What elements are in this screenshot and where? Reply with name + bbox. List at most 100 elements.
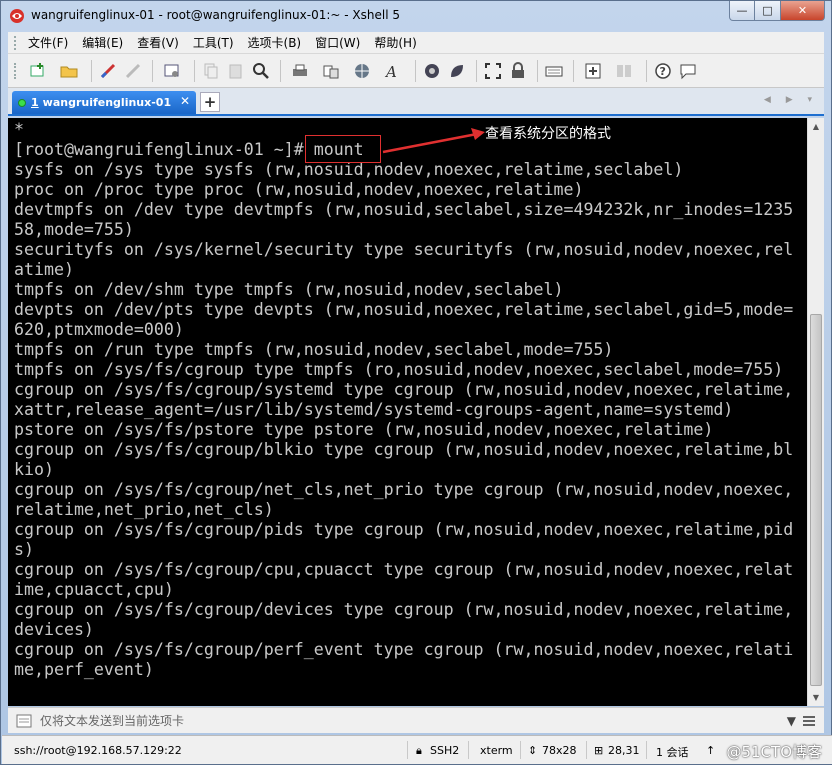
lock-status-icon: 🔒︎ <box>416 744 422 757</box>
toolbar-separator <box>646 59 647 82</box>
fullscreen-button[interactable] <box>482 60 504 82</box>
minimize-button[interactable]: — <box>729 1 755 21</box>
keyboard-button[interactable] <box>543 60 565 82</box>
terminal-line: relatime,net_prio,net_cls) <box>14 500 274 519</box>
tab-bar: 1 wangruifenglinux-01 ✕ + ◀ ▶ ▾ <box>8 88 824 116</box>
tab-close-icon[interactable]: ✕ <box>180 94 190 108</box>
terminal-line: sysfs on /sys type sysfs (rw,nosuid,node… <box>14 160 684 179</box>
menu-help[interactable]: 帮助(H) <box>374 34 416 51</box>
terminal-line: pstore on /sys/fs/pstore type pstore (rw… <box>14 420 714 439</box>
printer-icon <box>293 64 307 76</box>
reconnect-button[interactable] <box>97 60 119 82</box>
status-arrow-icon: ↑ <box>706 744 716 757</box>
toolbar-separator <box>415 59 416 82</box>
lock-button[interactable] <box>507 60 529 82</box>
menu-tools[interactable]: 工具(T) <box>193 34 234 51</box>
compose-input[interactable]: 仅将文本发送到当前选项卡 <box>40 712 184 729</box>
scrollbar-thumb[interactable] <box>810 314 822 686</box>
terminal-line: ime,cpuacct,cpu) <box>14 580 174 599</box>
menu-file[interactable]: 文件(F) <box>28 34 68 51</box>
new-session-icon <box>30 62 44 76</box>
tab-number: 1 <box>31 96 39 109</box>
menu-view[interactable]: 查看(V) <box>137 34 179 51</box>
toolbar-grip[interactable] <box>14 63 17 79</box>
disconnect-icon <box>125 63 141 78</box>
paste-button[interactable] <box>225 60 247 82</box>
toolbar-separator <box>476 59 477 82</box>
print-button[interactable] <box>286 60 314 82</box>
terminal-scrollbar[interactable]: ▲ ▼ <box>807 118 824 706</box>
globe-icon <box>355 63 369 78</box>
status-separator <box>586 741 587 759</box>
layout-button[interactable] <box>610 60 638 82</box>
menubar-grip[interactable] <box>14 36 17 50</box>
terminal-line: * <box>14 120 24 139</box>
maximize-button[interactable]: □ <box>755 1 781 21</box>
annotation-arrow <box>382 128 485 154</box>
toolbar-separator <box>280 59 281 82</box>
add-tab-button[interactable]: + <box>200 92 220 112</box>
window-title: wangruifenglinux-01 - root@wangruifengli… <box>31 8 400 22</box>
terminal-line: cgroup on /sys/fs/cgroup/perf_event type… <box>14 640 794 659</box>
copy-button[interactable] <box>200 60 222 82</box>
toolbar-separator <box>573 59 574 82</box>
window-controls: — □ ✕ <box>729 1 825 21</box>
disconnect-button[interactable] <box>122 60 144 82</box>
chat-button[interactable] <box>677 60 699 82</box>
scroll-up-arrow-icon[interactable]: ▲ <box>808 118 824 135</box>
terminal-line: devtmpfs on /dev type devtmpfs (rw,nosui… <box>14 200 794 219</box>
close-button[interactable]: ✕ <box>781 1 825 21</box>
font-button[interactable]: A <box>379 60 407 82</box>
terminal-line: devices) <box>14 620 94 639</box>
new-session-button[interactable] <box>24 60 52 82</box>
status-separator <box>646 741 647 759</box>
terminal-line: 58,mode=755) <box>14 220 134 239</box>
title-bar[interactable]: wangruifenglinux-01 - root@wangruifengli… <box>1 1 831 31</box>
compose-bar[interactable]: 仅将文本发送到当前选项卡 ▼ <box>8 707 824 733</box>
terminal-line: devpts on /dev/pts type devpts (rw,nosui… <box>14 300 794 319</box>
transfer-button[interactable] <box>317 60 345 82</box>
terminal-line: cgroup on /sys/fs/cgroup/pids type cgrou… <box>14 520 794 539</box>
menu-edit[interactable]: 编辑(E) <box>82 34 123 51</box>
tab-session-1[interactable]: 1 wangruifenglinux-01 ✕ <box>12 91 196 114</box>
properties-icon <box>164 64 179 77</box>
svg-text:?: ? <box>660 65 666 78</box>
help-button[interactable]: ? <box>652 60 674 82</box>
globe-button[interactable] <box>348 60 376 82</box>
terminal-output[interactable]: me,perf_event) cgroup on /sys/fs/cgroup/p… <box>8 118 807 706</box>
xshell-window: wangruifenglinux-01 - root@wangruifengli… <box>0 0 832 765</box>
xftp-button[interactable] <box>421 60 443 82</box>
terminal-line: atime) <box>14 260 74 279</box>
menu-lines-icon[interactable] <box>802 714 816 728</box>
keyboard-icon <box>545 66 563 76</box>
compose-dropdown-icon[interactable]: ▼ <box>787 714 796 728</box>
terminal-line: cgroup on /sys/fs/cgroup/devices type cg… <box>14 600 794 619</box>
find-button[interactable] <box>250 60 272 82</box>
watermark: @51CTO博客 <box>726 743 822 761</box>
properties-button[interactable] <box>158 60 186 82</box>
menu-tabs[interactable]: 选项卡(B) <box>248 34 302 51</box>
chat-icon <box>680 64 696 79</box>
status-terminal-type: xterm <box>480 744 513 757</box>
lock-icon <box>512 61 524 78</box>
size-icon: ⇕ <box>528 744 538 757</box>
compose-icon <box>16 714 32 727</box>
terminal-line: cgroup on /sys/fs/cgroup/blkio type cgro… <box>14 440 794 459</box>
terminal-line: tmpfs on /sys/fs/cgroup type tmpfs (ro,n… <box>14 360 784 379</box>
terminal-line: tmpfs on /dev/shm type tmpfs (rw,nosuid,… <box>14 280 564 299</box>
folder-icon <box>60 66 78 77</box>
tab-navigation[interactable]: ◀ ▶ ▾ <box>764 95 818 105</box>
transfer-icon <box>323 65 339 78</box>
status-cursor: 28,31 <box>608 744 640 757</box>
open-folder-button[interactable] <box>55 60 83 82</box>
new-tab-button[interactable] <box>579 60 607 82</box>
status-connection: ssh://root@192.168.57.129:22 <box>14 744 182 757</box>
terminal-line: me,perf_event) <box>14 660 154 679</box>
terminal-line: s) <box>14 540 34 559</box>
menu-window[interactable]: 窗口(W) <box>315 34 360 51</box>
menu-bar: 文件(F) 编辑(E) 查看(V) 工具(T) 选项卡(B) 窗口(W) 帮助(… <box>8 32 824 54</box>
toolbar-separator <box>91 59 92 82</box>
paste-icon <box>229 64 242 78</box>
scroll-down-arrow-icon[interactable]: ▼ <box>808 689 824 706</box>
xmanager-button[interactable] <box>446 60 468 82</box>
